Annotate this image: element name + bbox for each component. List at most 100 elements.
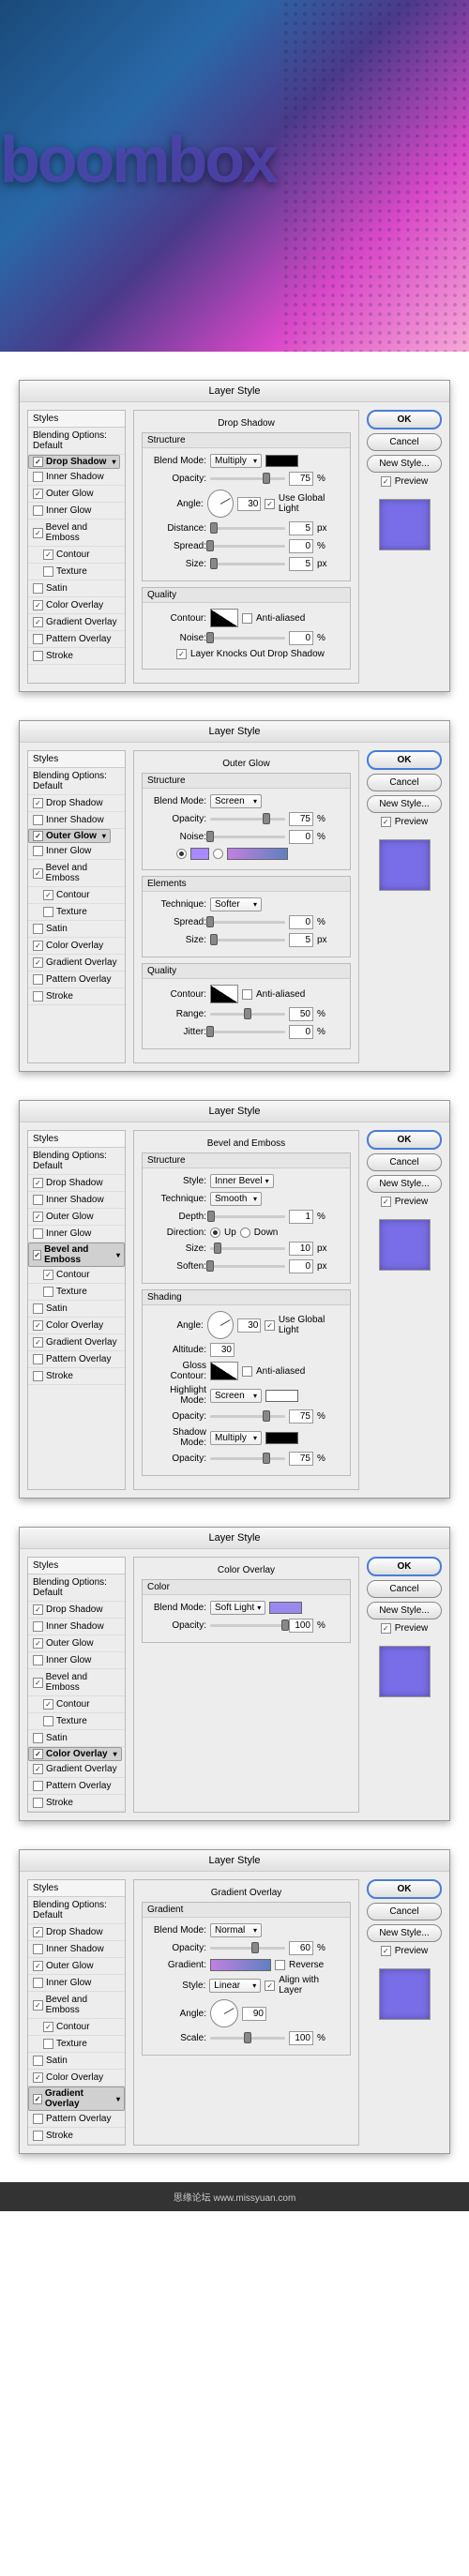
cancel-button[interactable]: Cancel (367, 1903, 442, 1921)
style-item-satin[interactable]: Satin (28, 1301, 125, 1318)
slider-thumb[interactable] (214, 1243, 221, 1254)
blending-options[interactable]: Blending Options: Default (28, 428, 125, 455)
slider-track[interactable] (210, 818, 285, 821)
contour-picker[interactable] (210, 985, 238, 1003)
dropdown[interactable]: Soft Light (210, 1601, 265, 1615)
style-item-pattern-overlay[interactable]: Pattern Overlay (28, 2111, 125, 2128)
checkbox-icon[interactable] (43, 1699, 53, 1710)
checkbox-icon[interactable] (33, 528, 43, 538)
style-item-contour[interactable]: Contour (28, 547, 125, 564)
style-item-bevel-and-emboss[interactable]: Bevel and Emboss (28, 860, 125, 887)
checkbox-icon[interactable] (265, 499, 275, 509)
new-style-button[interactable]: New Style... (367, 455, 442, 473)
checkbox-icon[interactable] (43, 1287, 53, 1297)
checkbox-icon[interactable] (33, 1749, 43, 1759)
style-item-color-overlay[interactable]: Color Overlay (28, 1318, 125, 1334)
ok-button[interactable]: OK (367, 1879, 442, 1899)
value-input[interactable]: 5 (289, 933, 313, 947)
color-swatch[interactable] (190, 848, 209, 860)
gradient-swatch[interactable] (227, 848, 288, 860)
slider-track[interactable] (210, 836, 285, 838)
value-input[interactable]: 75 (289, 472, 313, 486)
slider-thumb[interactable] (206, 831, 214, 842)
checkbox-icon[interactable] (43, 890, 53, 900)
checkbox-icon[interactable] (33, 1621, 43, 1632)
radio-gradient[interactable] (213, 849, 223, 859)
slider-thumb[interactable] (263, 473, 270, 484)
checkbox-icon[interactable] (33, 991, 43, 1002)
style-item-texture[interactable]: Texture (28, 1284, 125, 1301)
checkbox-icon[interactable] (33, 2072, 43, 2083)
slider-track[interactable] (210, 1265, 285, 1268)
blending-options[interactable]: Blending Options: Default (28, 1897, 125, 1924)
style-item-satin[interactable]: Satin (28, 1730, 125, 1747)
slider-track[interactable] (210, 921, 285, 924)
blending-options[interactable]: Blending Options: Default (28, 1148, 125, 1175)
checkbox-icon[interactable] (33, 651, 43, 661)
slider-thumb[interactable] (207, 1211, 215, 1222)
color-swatch[interactable] (265, 1432, 298, 1444)
style-item-inner-glow[interactable]: Inner Glow (28, 1226, 125, 1243)
style-item-outer-glow[interactable]: Outer Glow (28, 1635, 125, 1652)
style-item-gradient-overlay[interactable]: Gradient Overlay (28, 2086, 125, 2111)
checkbox-icon[interactable] (33, 617, 43, 627)
checkbox-icon[interactable] (33, 1798, 43, 1808)
style-item-pattern-overlay[interactable]: Pattern Overlay (28, 1778, 125, 1795)
style-item-satin[interactable]: Satin (28, 2053, 125, 2070)
style-item-satin[interactable]: Satin (28, 580, 125, 597)
style-item-bevel-and-emboss[interactable]: Bevel and Emboss (28, 520, 125, 547)
preview-checkbox[interactable] (381, 476, 391, 487)
style-item-texture[interactable]: Texture (28, 2036, 125, 2053)
checkbox-icon[interactable] (33, 1604, 43, 1615)
style-item-outer-glow[interactable]: Outer Glow (28, 1209, 125, 1226)
value-input[interactable]: 60 (289, 1941, 313, 1955)
value-input[interactable]: 1 (289, 1210, 313, 1224)
style-item-drop-shadow[interactable]: Drop Shadow (28, 1175, 125, 1192)
checkbox-icon[interactable] (33, 1638, 43, 1649)
new-style-button[interactable]: New Style... (367, 1602, 442, 1619)
checkbox-icon[interactable] (33, 457, 43, 467)
slider-thumb[interactable] (210, 558, 218, 569)
slider-thumb[interactable] (251, 1942, 259, 1953)
slider-track[interactable] (210, 637, 285, 640)
style-item-gradient-overlay[interactable]: Gradient Overlay (28, 1334, 125, 1351)
style-item-color-overlay[interactable]: Color Overlay (28, 2070, 125, 2086)
color-swatch[interactable] (269, 1602, 302, 1614)
value-input[interactable]: 5 (289, 557, 313, 571)
slider-track[interactable] (210, 1215, 285, 1218)
cancel-button[interactable]: Cancel (367, 1580, 442, 1598)
checkbox-icon[interactable] (265, 1320, 275, 1331)
dropdown[interactable]: Multiply (210, 454, 262, 468)
checkbox-icon[interactable] (275, 1960, 285, 1970)
checkbox-icon[interactable] (33, 1195, 43, 1205)
new-style-button[interactable]: New Style... (367, 1175, 442, 1193)
cancel-button[interactable]: Cancel (367, 433, 442, 451)
checkbox-icon[interactable] (33, 472, 43, 482)
ok-button[interactable]: OK (367, 1130, 442, 1150)
slider-thumb[interactable] (210, 934, 218, 945)
dropdown[interactable]: Linear (209, 1979, 261, 1993)
style-item-color-overlay[interactable]: Color Overlay (28, 938, 125, 955)
value-input[interactable]: 75 (289, 1409, 313, 1424)
checkbox-icon[interactable] (33, 957, 43, 968)
checkbox-icon[interactable] (43, 907, 53, 917)
dropdown[interactable]: Softer (210, 897, 262, 911)
checkbox-icon[interactable] (33, 1303, 43, 1314)
style-item-inner-shadow[interactable]: Inner Shadow (28, 1619, 125, 1635)
radio-color[interactable] (176, 849, 187, 859)
checkbox-icon[interactable] (43, 2022, 53, 2032)
value-input[interactable]: 5 (289, 521, 313, 535)
slider-track[interactable] (210, 545, 285, 548)
slider-track[interactable] (210, 1031, 285, 1033)
slider-track[interactable] (210, 1624, 285, 1627)
slider-track[interactable] (210, 939, 285, 942)
slider-thumb[interactable] (244, 1008, 251, 1019)
style-item-pattern-overlay[interactable]: Pattern Overlay (28, 972, 125, 988)
style-item-contour[interactable]: Contour (28, 1267, 125, 1284)
dropdown[interactable]: Multiply (210, 1431, 262, 1445)
style-item-bevel-and-emboss[interactable]: Bevel and Emboss (28, 1992, 125, 2019)
slider-track[interactable] (210, 527, 285, 530)
angle-dial[interactable] (210, 1999, 238, 2027)
value-input[interactable]: 0 (289, 631, 313, 645)
style-item-contour[interactable]: Contour (28, 1696, 125, 1713)
